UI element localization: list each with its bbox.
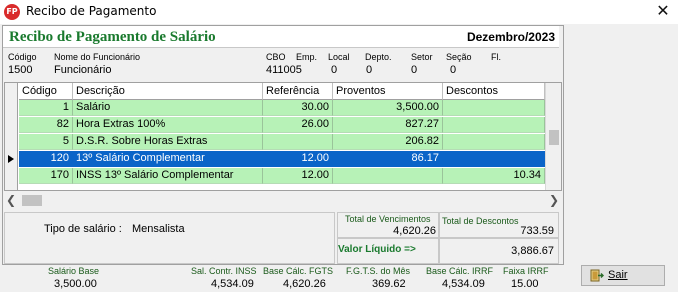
exit-button-label: Sair [608,269,628,281]
cell-referencia: 12.00 [263,151,333,167]
cell-referencia: 30.00 [263,100,333,116]
base-irrf-value: 4,534.09 [442,278,485,290]
cell-descontos [443,151,545,167]
fgts-mes-value: 369.62 [372,278,406,290]
vertical-scroll-thumb[interactable] [549,130,559,145]
setor-value: 0 [411,64,418,76]
salary-type-panel [4,212,335,264]
cell-descontos [443,134,545,150]
exit-button[interactable]: Sair [581,265,665,286]
cell-descricao: Hora Extras 100% [73,117,263,133]
col-header-codigo[interactable]: Código [19,83,73,100]
cell-descricao: Salário [73,100,263,116]
scroll-right-icon[interactable]: ❯ [549,193,559,207]
total-vencimentos-value: 4,620.26 [393,225,436,237]
cell-codigo: 1 [19,100,73,116]
cell-referencia [263,134,333,150]
cell-descontos: 10.34 [443,168,545,184]
base-fgts-value: 4,620.26 [283,278,326,290]
cell-descricao: D.S.R. Sobre Horas Extras [73,134,263,150]
emp-label: Emp. [296,52,318,62]
cell-codigo: 170 [19,168,73,184]
col-header-descricao[interactable]: Descrição [73,83,263,100]
local-label: Local [328,52,350,62]
cbo-value: 411005 [266,64,302,76]
depto-label: Depto. [365,52,392,62]
horizontal-scroll-thumb[interactable] [22,195,42,206]
scroll-left-icon[interactable]: ❮ [6,193,16,207]
setor-label: Setor [411,52,433,62]
salario-base-label: Salário Base [48,266,100,276]
base-irrf-label: Base Cálc. IRRF [426,266,494,276]
total-descontos-value: 733.59 [520,225,554,237]
exit-door-icon [590,269,604,282]
base-fgts-label: Base Cálc. FGTS [263,266,334,276]
cell-descontos [443,100,545,116]
period-label: Dezembro/2023 [466,30,555,44]
col-header-proventos[interactable]: Proventos [333,83,443,100]
valor-liquido-value: 3,886.67 [511,245,554,257]
close-window-button[interactable]: ✕ [648,0,678,24]
current-row-arrow-icon [8,155,14,163]
cell-referencia: 12.00 [263,168,333,184]
local-value: 0 [331,64,338,76]
fgts-mes-label: F.G.T.S. do Mês [346,266,411,276]
cbo-label: CBO [266,52,286,62]
app-logo-icon: FP [4,4,20,20]
cell-proventos: 206.82 [333,134,443,150]
salary-type-label: Tipo de salário : [44,223,122,235]
faixa-irrf-value: 15.00 [511,278,539,290]
codigo-label: Código [8,52,37,62]
sal-contr-inss-value: 4,534.09 [211,278,254,290]
payslip-grid[interactable]: Código Descrição Referência Proventos De… [4,82,562,191]
receipt-title: Recibo de Pagamento de Salário [9,29,216,45]
fl-label: Fl. [491,52,501,62]
cell-proventos: 3,500.00 [333,100,443,116]
cell-proventos: 86.17 [333,151,443,167]
row-indicator-column [5,83,18,190]
sal-contr-inss-label: Sal. Contr. INSS [191,266,257,276]
cell-referencia: 26.00 [263,117,333,133]
window-title: Recibo de Pagamento [26,4,157,18]
nome-label: Nome do Funcionário [54,52,141,62]
depto-value: 0 [366,64,373,76]
valor-liquido-label: Valor Líquido => [338,244,416,255]
total-vencimentos-label: Total de Vencimentos [345,214,431,224]
cell-codigo: 82 [19,117,73,133]
window-titlebar: FP Recibo de Pagamento ✕ [0,0,678,24]
cell-codigo: 5 [19,134,73,150]
cell-proventos [333,168,443,184]
col-header-descontos[interactable]: Descontos [443,83,545,100]
receipt-header: Recibo de Pagamento de Salário Dezembro/… [3,26,559,48]
secao-value: 0 [450,64,457,76]
cell-descricao: INSS 13º Salário Complementar [73,168,263,184]
salario-base-value: 3,500.00 [54,278,97,290]
faixa-irrf-label: Faixa IRRF [503,266,549,276]
salary-type-value: Mensalista [132,223,185,235]
codigo-value: 1500 [8,64,33,76]
grid-vertical-scrollbar[interactable] [545,83,561,190]
nome-value: Funcionário [54,64,112,76]
cell-proventos: 827.27 [333,117,443,133]
cell-descricao: 13º Salário Complementar [73,151,263,167]
cell-codigo: 120 [19,151,73,167]
cell-descontos [443,117,545,133]
grid-horizontal-scrollbar[interactable]: ❮ ❯ [4,192,562,209]
secao-label: Seção [446,52,472,62]
col-header-referencia[interactable]: Referência [263,83,333,100]
